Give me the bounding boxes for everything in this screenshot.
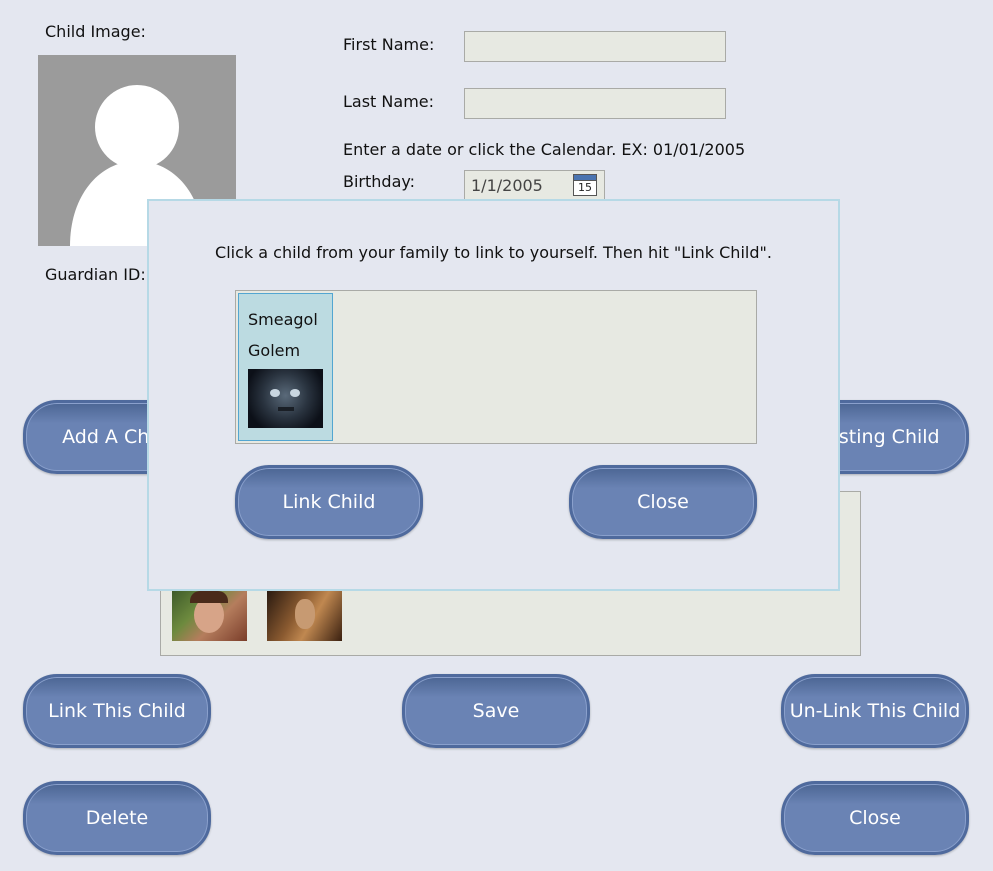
child-last-name: Golem [248, 341, 301, 360]
calendar-day: 15 [578, 181, 592, 194]
save-button[interactable]: Save [402, 674, 590, 748]
birthday-date-picker[interactable]: 1/1/2005 15 [464, 170, 605, 200]
unlink-this-child-button[interactable]: Un-Link This Child [781, 674, 969, 748]
link-child-button[interactable]: Link Child [235, 465, 423, 539]
child-first-name: Smeagol [248, 310, 318, 329]
calendar-icon[interactable]: 15 [573, 174, 597, 196]
first-name-field[interactable] [464, 31, 726, 62]
first-name-label: First Name: [343, 35, 435, 54]
dialog-close-button[interactable]: Close [569, 465, 757, 539]
child-thumbnail[interactable] [172, 591, 247, 641]
link-child-dialog: Click a child from your family to link t… [147, 199, 840, 591]
date-hint-text: Enter a date or click the Calendar. EX: … [343, 140, 746, 159]
child-thumbnail [248, 369, 323, 428]
delete-button[interactable]: Delete [23, 781, 211, 855]
family-children-list[interactable]: Smeagol Golem [235, 290, 757, 444]
close-button[interactable]: Close [781, 781, 969, 855]
birthday-value[interactable]: 1/1/2005 [471, 176, 543, 195]
last-name-label: Last Name: [343, 92, 435, 111]
guardian-id-label: Guardian ID: [45, 265, 146, 284]
list-item[interactable]: Smeagol Golem [238, 293, 333, 441]
last-name-field[interactable] [464, 88, 726, 119]
link-this-child-button[interactable]: Link This Child [23, 674, 211, 748]
child-image-label: Child Image: [45, 22, 146, 41]
birthday-label: Birthday: [343, 172, 416, 191]
dialog-instruction: Click a child from your family to link t… [215, 243, 772, 262]
child-thumbnail[interactable] [267, 591, 342, 641]
